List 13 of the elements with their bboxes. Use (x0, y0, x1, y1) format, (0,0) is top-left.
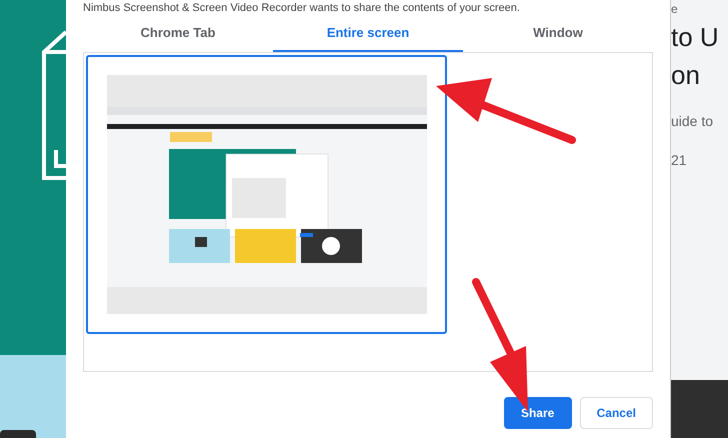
share-button[interactable]: Share (504, 397, 572, 429)
article-heading: to U (671, 22, 720, 54)
screen-tile[interactable] (86, 55, 447, 334)
dialog-message: Nimbus Screenshot & Screen Video Recorder wants to share the contents of your screen. (83, 1, 521, 15)
source-tab[interactable]: Entire screen (273, 15, 463, 52)
cancel-button[interactable]: Cancel (580, 397, 653, 429)
article-text: uide to (671, 112, 714, 130)
source-tab[interactable]: Window (463, 15, 653, 52)
article-heading: on (671, 60, 701, 91)
article-text: e (671, 2, 679, 16)
article-text: 21 (671, 152, 688, 168)
footer-bar (671, 380, 728, 438)
source-tab[interactable]: Chrome Tab (83, 15, 273, 52)
